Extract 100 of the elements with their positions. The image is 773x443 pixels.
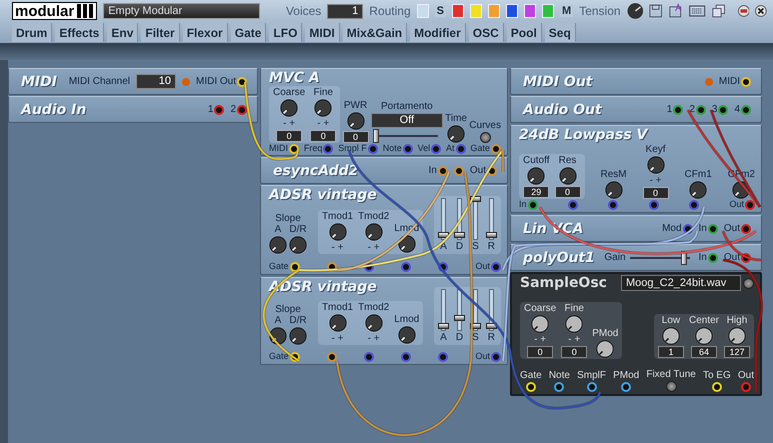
category-tab[interactable]: Flexor <box>182 23 228 42</box>
fader-thumb[interactable] <box>486 323 497 329</box>
jack[interactable] <box>237 104 247 114</box>
grid-icon[interactable] <box>688 3 706 19</box>
knob[interactable] <box>689 180 708 198</box>
knob[interactable] <box>527 166 546 184</box>
knob[interactable] <box>728 326 746 344</box>
jack[interactable] <box>648 200 659 210</box>
knob[interactable] <box>398 235 416 253</box>
round-button[interactable] <box>743 278 754 288</box>
save-icon[interactable] <box>649 3 663 19</box>
jack[interactable] <box>364 352 374 362</box>
category-tab[interactable]: Mix&Gain <box>342 23 408 42</box>
knob[interactable] <box>269 327 287 345</box>
jack[interactable] <box>214 104 224 114</box>
fader-thumb[interactable] <box>438 232 449 238</box>
save-as-icon[interactable] <box>668 3 682 19</box>
jack[interactable] <box>454 166 464 176</box>
category-tab[interactable]: Drum <box>12 23 52 42</box>
knob[interactable] <box>364 223 383 241</box>
routing-swatch[interactable] <box>524 4 536 18</box>
slider-thumb[interactable] <box>372 129 379 143</box>
category-tab[interactable]: MIDI <box>305 23 340 42</box>
jack[interactable] <box>608 200 618 210</box>
jack[interactable] <box>431 144 442 154</box>
voices-display[interactable]: 1 <box>327 4 364 18</box>
routing-letter[interactable]: S <box>434 5 446 17</box>
jack[interactable] <box>741 76 751 86</box>
knob[interactable] <box>694 326 713 344</box>
fader-thumb[interactable] <box>454 315 465 321</box>
knob[interactable] <box>531 314 550 332</box>
jack[interactable] <box>673 104 684 114</box>
close-button[interactable] <box>755 4 767 18</box>
routing-swatch[interactable] <box>470 4 482 18</box>
jack[interactable] <box>708 252 718 262</box>
patch-name-field[interactable]: Empty Modular <box>103 3 260 19</box>
fader-thumb[interactable] <box>486 232 497 238</box>
knob[interactable] <box>289 327 307 345</box>
jack[interactable] <box>621 382 632 392</box>
knob[interactable] <box>732 180 750 198</box>
tension-knob[interactable] <box>626 1 644 21</box>
knob[interactable] <box>289 236 307 254</box>
knob[interactable] <box>314 99 332 117</box>
jack[interactable] <box>696 104 706 114</box>
patch-cable[interactable] <box>502 206 706 271</box>
jack[interactable] <box>438 166 448 176</box>
knob[interactable] <box>364 314 383 332</box>
fader-thumb[interactable] <box>438 323 449 329</box>
copy-icon[interactable] <box>712 3 726 19</box>
routing-swatch[interactable] <box>416 4 429 18</box>
jack[interactable] <box>744 200 755 210</box>
knob[interactable] <box>346 112 365 130</box>
category-tab[interactable]: Effects <box>55 23 104 42</box>
knob[interactable] <box>280 99 298 117</box>
category-tab[interactable]: Seq <box>544 23 576 42</box>
jack[interactable] <box>689 200 700 210</box>
category-tab[interactable]: Env <box>107 23 138 42</box>
jack[interactable] <box>401 262 412 272</box>
patch-cable[interactable] <box>722 230 762 262</box>
jack[interactable] <box>368 144 378 154</box>
jack[interactable] <box>456 144 466 154</box>
jack[interactable] <box>586 382 597 392</box>
jack[interactable] <box>490 144 501 154</box>
knob[interactable] <box>328 223 347 241</box>
knob[interactable] <box>646 156 665 174</box>
category-tab[interactable]: Gate <box>230 23 266 42</box>
category-tab[interactable]: LFO <box>269 23 302 42</box>
jack[interactable] <box>323 144 334 154</box>
jack[interactable] <box>718 104 728 114</box>
routing-swatch[interactable] <box>542 4 554 18</box>
knob[interactable] <box>269 236 287 254</box>
jack[interactable] <box>237 76 247 86</box>
category-tab[interactable]: OSC <box>468 23 504 42</box>
jack[interactable] <box>708 224 718 234</box>
jack[interactable] <box>290 262 300 272</box>
jack[interactable] <box>554 382 564 392</box>
jack[interactable] <box>741 104 751 114</box>
routing-swatch[interactable] <box>452 4 464 18</box>
channel-display[interactable]: 10 <box>136 74 176 89</box>
category-tab[interactable]: Modifier <box>410 23 466 42</box>
jack[interactable] <box>289 144 299 154</box>
knob[interactable] <box>662 326 680 344</box>
minimize-button[interactable] <box>738 4 750 18</box>
jack[interactable] <box>528 200 538 210</box>
jack[interactable] <box>741 224 751 234</box>
file-field[interactable]: Moog_C2_24bit.wav <box>621 275 741 291</box>
knob[interactable] <box>328 314 347 332</box>
jack[interactable] <box>438 352 448 362</box>
jack[interactable] <box>490 352 501 362</box>
routing-swatch[interactable] <box>488 4 500 18</box>
fader-thumb[interactable] <box>454 232 465 238</box>
routing-swatch[interactable] <box>506 4 518 18</box>
jack[interactable] <box>402 144 413 154</box>
knob[interactable] <box>565 314 584 332</box>
knob[interactable] <box>558 166 576 184</box>
category-tab[interactable]: Filter <box>141 23 180 42</box>
jack[interactable] <box>490 262 501 272</box>
knob[interactable] <box>447 125 466 143</box>
jack[interactable] <box>401 352 412 362</box>
jack[interactable] <box>326 352 337 362</box>
